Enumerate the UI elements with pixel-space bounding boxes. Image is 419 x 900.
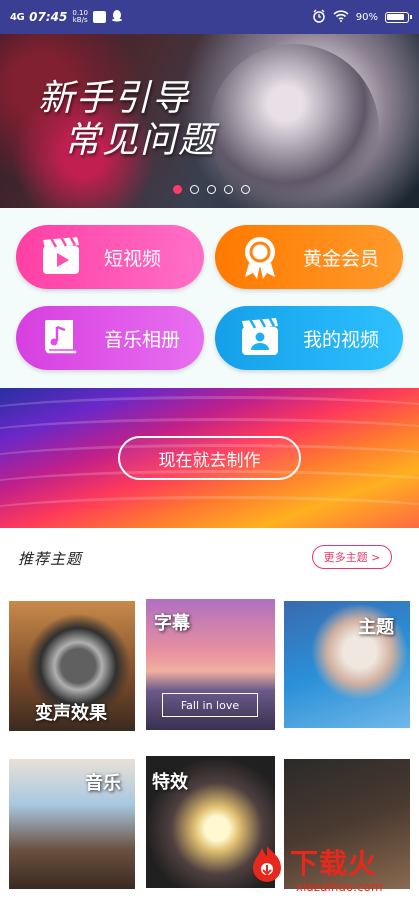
carousel-dot[interactable] bbox=[224, 185, 233, 194]
topic-label: 特效 bbox=[152, 772, 188, 793]
topic-label: 字幕 bbox=[154, 613, 190, 634]
alarm-icon bbox=[312, 9, 326, 26]
battery-icon bbox=[385, 11, 412, 23]
carousel-dot[interactable] bbox=[241, 185, 250, 194]
make-now-button[interactable]: 现在就去制作 bbox=[118, 436, 301, 480]
feature-label: 黄金会员 bbox=[303, 247, 380, 270]
banner-carousel[interactable]: 新手引导 常见问题 bbox=[0, 34, 419, 208]
topic-label: 音乐 bbox=[85, 773, 121, 794]
feature-label: 音乐相册 bbox=[104, 328, 181, 351]
medal-icon bbox=[235, 232, 285, 282]
topic-tile[interactable]: 主题 bbox=[284, 601, 410, 728]
my-videos-button[interactable]: 我的视频 bbox=[215, 306, 403, 370]
carousel-dot[interactable] bbox=[190, 185, 199, 194]
watermark-name: 下载火 bbox=[290, 847, 378, 880]
banner-image bbox=[209, 44, 379, 208]
carousel-dot[interactable] bbox=[173, 185, 182, 194]
speed-unit: kB/s bbox=[72, 16, 88, 24]
topic-label: 变声效果 bbox=[35, 703, 107, 724]
topic-caption: Fall in love bbox=[162, 693, 258, 717]
short-video-button[interactable]: 短视频 bbox=[16, 225, 204, 289]
gold-member-button[interactable]: 黄金会员 bbox=[215, 225, 403, 289]
banner-title-line1: 新手引导 bbox=[38, 78, 191, 119]
topic-tile[interactable]: 字幕 Fall in love bbox=[146, 599, 275, 730]
carousel-indicator bbox=[173, 185, 250, 194]
video-clapper-icon bbox=[36, 232, 86, 282]
topic-tile[interactable]: 变声效果 bbox=[9, 601, 135, 731]
qq-icon bbox=[111, 9, 123, 25]
watermark: 下载火 xiazaihuo.com bbox=[244, 840, 419, 900]
music-book-icon bbox=[36, 313, 86, 363]
feature-grid: 短视频 黄金会员 音乐相册 我的视频 bbox=[0, 208, 419, 388]
topics-header: 推荐主题 更多主题 > bbox=[0, 528, 419, 588]
banner-title: 新手引导 常见问题 bbox=[38, 78, 216, 162]
decor-wave bbox=[0, 496, 419, 528]
user-clapper-icon bbox=[235, 313, 285, 363]
feature-label: 我的视频 bbox=[303, 328, 380, 351]
network-indicator: 4G bbox=[10, 11, 25, 23]
battery-level: 90% bbox=[355, 11, 378, 23]
make-now-banner: 现在就去制作 bbox=[0, 388, 419, 528]
topic-label: 主题 bbox=[358, 617, 394, 638]
more-topics-button[interactable]: 更多主题 > bbox=[312, 545, 392, 569]
section-title: 推荐主题 bbox=[18, 550, 83, 568]
app-notification-icon bbox=[92, 11, 106, 23]
watermark-url: xiazaihuo.com bbox=[296, 880, 383, 894]
topic-tile[interactable]: 音乐 bbox=[9, 759, 135, 889]
feature-label: 短视频 bbox=[104, 247, 162, 270]
banner-title-line2: 常见问题 bbox=[64, 120, 217, 161]
music-album-button[interactable]: 音乐相册 bbox=[16, 306, 204, 370]
status-bar: 4G 07:45 0.10 kB/s 90% bbox=[0, 0, 419, 34]
wifi-icon bbox=[333, 9, 349, 25]
flame-logo-icon bbox=[253, 846, 281, 882]
clock: 07:45 bbox=[29, 10, 68, 24]
carousel-dot[interactable] bbox=[207, 185, 216, 194]
network-speed: 0.10 kB/s bbox=[72, 10, 88, 24]
